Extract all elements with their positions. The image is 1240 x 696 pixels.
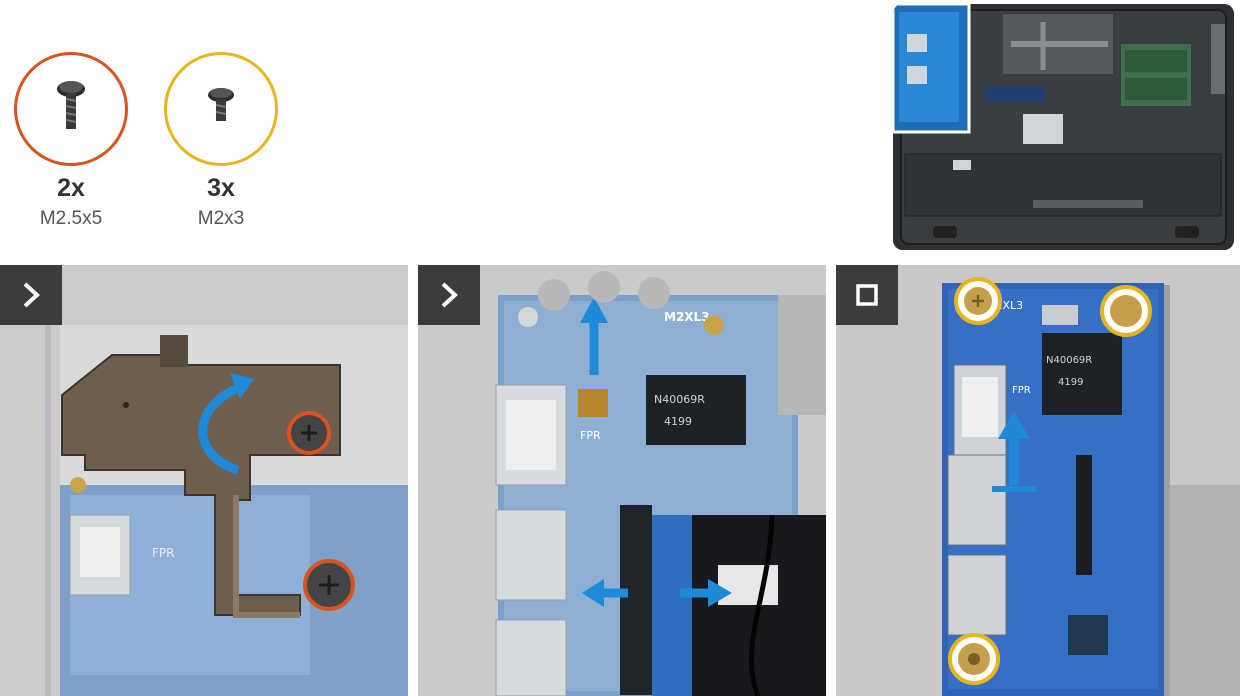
laptop-overview-image (893, 4, 1234, 250)
step-panel-2: N40069R 4199 FPR M2XL3 (418, 265, 826, 696)
fpr-label-3: FPR (1012, 385, 1031, 396)
screw-m2x3-ring (164, 52, 278, 166)
fpr-label: FPR (152, 546, 174, 560)
step-badge-1 (0, 265, 62, 325)
chip-label-3: N40069R (1046, 355, 1092, 366)
step-badge-2 (418, 265, 480, 325)
chip-label: N40069R (654, 393, 705, 406)
palmrest-illustration (893, 4, 1234, 250)
screw-m2-5x5-ring (14, 52, 128, 166)
chip-code-label-3: 4199 (1058, 377, 1083, 388)
screw-count-1: 2x (57, 174, 85, 202)
fpr-label-2: FPR (580, 429, 601, 442)
step-panel-3: N40069R 4199 M2XL3 FPR (836, 265, 1240, 696)
hinge-removal-illustration: FPR (0, 265, 408, 696)
screw-spec-2: M2x3 (197, 208, 245, 229)
io-board-removal-illustration: N40069R 4199 M2XL3 FPR (836, 265, 1240, 696)
step-badge-3 (836, 265, 898, 325)
chevron-right-icon (441, 282, 458, 308)
chip-code-label: 4199 (664, 415, 692, 428)
stop-square-icon (856, 284, 878, 306)
step-panel-1: FPR (0, 265, 408, 696)
m2xl3-label: M2XL3 (664, 310, 710, 324)
chevron-right-icon (23, 282, 40, 308)
screw-m2x3-icon (208, 88, 234, 121)
screw-spec-1: M2.5x5 (39, 208, 103, 229)
cable-disconnect-illustration: N40069R 4199 FPR M2XL3 (418, 265, 826, 696)
screw-m2-5x5-icon (57, 81, 85, 129)
screw-count-2: 3x (207, 174, 235, 202)
